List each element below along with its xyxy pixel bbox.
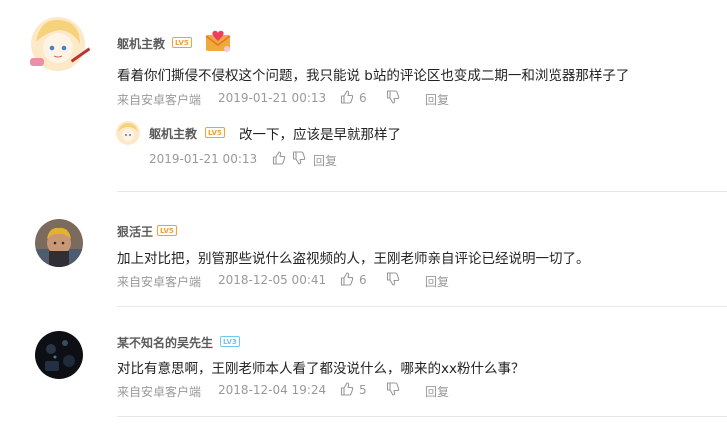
like-icon[interactable] [272, 151, 286, 165]
like-count: 6 [359, 273, 367, 287]
reply-button[interactable]: 回复 [313, 152, 337, 169]
reply-button[interactable]: 回复 [425, 273, 449, 290]
comment-item: 某不知名的吴先生 LV3 对比有意思啊，王刚老师本人看了都没说什么，哪来的xx粉… [0, 307, 727, 424]
level-badge: LV3 [220, 336, 240, 347]
comment-time: 2018-12-04 19:24 [218, 383, 327, 397]
avatar[interactable] [35, 331, 83, 379]
reply-level-badge: LV5 [205, 127, 225, 138]
dislike-icon[interactable] [386, 272, 400, 286]
dislike-icon[interactable] [292, 151, 306, 165]
reply-button[interactable]: 回复 [425, 91, 449, 108]
reply-time: 2019-01-21 00:13 [149, 152, 258, 166]
comment-source: 来自安卓客户端 [117, 93, 202, 107]
username[interactable]: 某不知名的吴先生 [117, 334, 213, 351]
avatar[interactable] [35, 219, 83, 267]
comment-time: 2019-01-21 00:13 [218, 91, 327, 105]
envelope-badge-icon [204, 28, 232, 54]
avatar-image [30, 17, 90, 71]
comment-text: 对比有意思啊，王刚老师本人看了都没说什么，哪来的xx粉什么事？ [117, 361, 525, 377]
avatar-image [35, 219, 83, 267]
like-icon[interactable] [340, 382, 354, 396]
level-badge: LV5 [157, 225, 177, 236]
like-icon[interactable] [340, 90, 354, 104]
reply-avatar-image [116, 121, 140, 145]
avatar-image [35, 331, 83, 379]
avatar[interactable] [28, 14, 90, 76]
reply-username[interactable]: 躯机主教 [149, 125, 197, 142]
username[interactable]: 狠活王 [117, 223, 153, 240]
dislike-icon[interactable] [386, 90, 400, 104]
reply-avatar[interactable] [116, 121, 140, 145]
like-icon[interactable] [340, 272, 354, 286]
comment-text: 看着你们撕侵不侵权这个问题，我只能说 b站的评论区也变成二期一和浏览器那样子了 [117, 68, 630, 84]
comment-item: 狠活王 LV5 加上对比把，别管那些说什么盗视频的人，王刚老师亲自评论已经说明一… [0, 192, 727, 307]
comment-source: 来自安卓客户端 [117, 275, 202, 289]
reply-text: 改一下，应该是早就那样了 [239, 127, 401, 143]
level-badge: LV5 [172, 37, 192, 48]
like-count: 5 [359, 383, 367, 397]
comment-item: 躯机主教 LV5 看着你们撕侵不侵权这个问题，我只能说 b站的评论区也变成二期一… [0, 0, 727, 190]
comment-source: 来自安卓客户端 [117, 385, 202, 399]
like-count: 6 [359, 91, 367, 105]
divider [117, 416, 727, 417]
comment-time: 2018-12-05 00:41 [218, 273, 327, 287]
comment-text: 加上对比把，别管那些说什么盗视频的人，王刚老师亲自评论已经说明一切了。 [117, 251, 590, 267]
username[interactable]: 躯机主教 [117, 35, 165, 52]
reply-button[interactable]: 回复 [425, 383, 449, 400]
dislike-icon[interactable] [386, 382, 400, 396]
